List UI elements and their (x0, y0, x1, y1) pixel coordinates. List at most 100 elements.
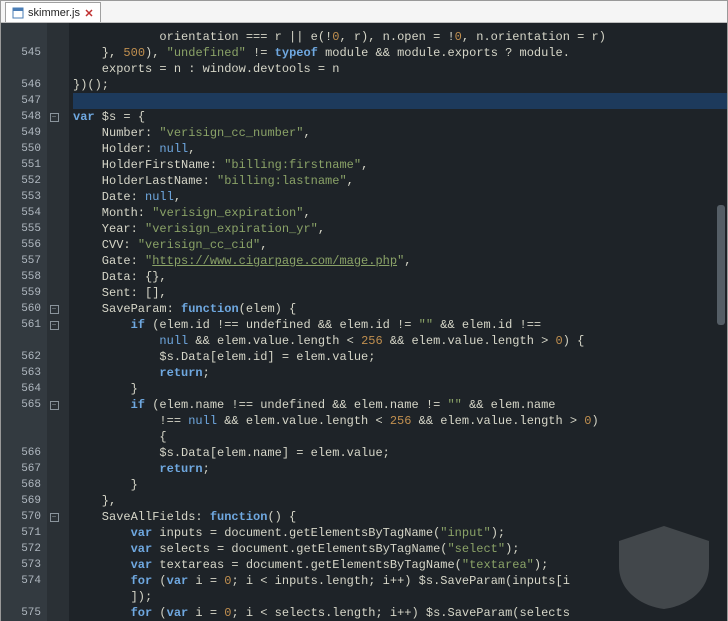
line-number: 546 (1, 77, 41, 93)
code-line[interactable]: Data: {}, (73, 269, 727, 285)
line-number: 568 (1, 477, 41, 493)
line-number: 560 (1, 301, 41, 317)
line-number-gutter: 5455465475485495505515525535545555565575… (1, 23, 47, 621)
fold-collapse-icon[interactable]: − (50, 113, 59, 122)
fold-marker (47, 173, 61, 189)
fold-marker (47, 445, 61, 461)
fold-marker (47, 269, 61, 285)
code-line[interactable]: return; (73, 461, 727, 477)
fold-marker (47, 541, 61, 557)
fold-collapse-icon[interactable]: − (50, 321, 59, 330)
fold-gutter[interactable]: − − − − − (47, 23, 61, 621)
line-number: 565 (1, 397, 41, 413)
fold-marker[interactable]: − (47, 317, 61, 333)
line-number: 566 (1, 445, 41, 461)
code-line[interactable]: var $s = { (73, 109, 727, 125)
close-icon[interactable] (84, 8, 94, 18)
line-number: 563 (1, 365, 41, 381)
code-line[interactable]: { (73, 429, 727, 445)
fold-marker (47, 141, 61, 157)
fold-marker (47, 253, 61, 269)
fold-marker (47, 93, 61, 109)
fold-collapse-icon[interactable]: − (50, 401, 59, 410)
line-number (1, 61, 41, 77)
fold-marker (47, 333, 61, 349)
code-line[interactable]: }, (73, 493, 727, 509)
code-line[interactable]: return; (73, 365, 727, 381)
fold-marker[interactable]: − (47, 109, 61, 125)
line-number: 564 (1, 381, 41, 397)
code-line[interactable]: Gate: "https://www.cigarpage.com/mage.ph… (73, 253, 727, 269)
code-line[interactable]: Number: "verisign_cc_number", (73, 125, 727, 141)
file-icon (12, 7, 24, 19)
line-number (1, 429, 41, 445)
line-number: 573 (1, 557, 41, 573)
code-line[interactable]: Month: "verisign_expiration", (73, 205, 727, 221)
code-line[interactable]: orientation === r || e(!0, r), n.open = … (73, 29, 727, 45)
code-line[interactable]: !== null && elem.value.length < 256 && e… (73, 413, 727, 429)
code-line[interactable]: if (elem.id !== undefined && elem.id != … (73, 317, 727, 333)
fold-marker (47, 45, 61, 61)
fold-marker (47, 221, 61, 237)
line-number: 571 (1, 525, 41, 541)
line-number: 575 (1, 605, 41, 621)
code-line[interactable]: exports = n : window.devtools = n (73, 61, 727, 77)
fold-marker (47, 157, 61, 173)
fold-marker (47, 589, 61, 605)
fold-marker[interactable]: − (47, 509, 61, 525)
fold-marker[interactable]: − (47, 301, 61, 317)
line-number: 572 (1, 541, 41, 557)
line-number: 547 (1, 93, 41, 109)
fold-marker (47, 381, 61, 397)
code-line[interactable]: Year: "verisign_expiration_yr", (73, 221, 727, 237)
line-number: 558 (1, 269, 41, 285)
code-line[interactable]: null && elem.value.length < 256 && elem.… (73, 333, 727, 349)
code-line[interactable]: if (elem.name !== undefined && elem.name… (73, 397, 727, 413)
code-line[interactable]: Date: null, (73, 189, 727, 205)
line-number: 574 (1, 573, 41, 589)
line-number: 569 (1, 493, 41, 509)
line-number: 551 (1, 157, 41, 173)
line-number: 552 (1, 173, 41, 189)
file-tab-skimmer[interactable]: skimmer.js (5, 2, 101, 22)
line-number: 549 (1, 125, 41, 141)
fold-marker (47, 61, 61, 77)
line-number: 556 (1, 237, 41, 253)
line-number (1, 333, 41, 349)
line-number: 550 (1, 141, 41, 157)
line-number: 553 (1, 189, 41, 205)
line-number: 557 (1, 253, 41, 269)
code-line[interactable] (73, 93, 727, 109)
tab-bar: skimmer.js (1, 1, 727, 23)
code-line[interactable]: } (73, 477, 727, 493)
code-line[interactable]: HolderFirstName: "billing:firstname", (73, 157, 727, 173)
code-line[interactable]: HolderLastName: "billing:lastname", (73, 173, 727, 189)
fold-marker (47, 237, 61, 253)
code-line[interactable]: }, 500), "undefined" != typeof module &&… (73, 45, 727, 61)
fold-marker (47, 557, 61, 573)
scroll-thumb[interactable] (717, 205, 725, 325)
code-line[interactable]: })(); (73, 77, 727, 93)
code-line[interactable]: SaveParam: function(elem) { (73, 301, 727, 317)
fold-marker (47, 413, 61, 429)
code-line[interactable]: Sent: [], (73, 285, 727, 301)
fold-collapse-icon[interactable]: − (50, 305, 59, 314)
line-number: 559 (1, 285, 41, 301)
fold-marker (47, 365, 61, 381)
code-line[interactable]: CVV: "verisign_cc_cid", (73, 237, 727, 253)
line-number: 562 (1, 349, 41, 365)
fold-marker[interactable]: − (47, 397, 61, 413)
code-line[interactable]: $s.Data[elem.id] = elem.value; (73, 349, 727, 365)
editor-window: skimmer.js 54554654754854955055155255355… (0, 0, 728, 621)
code-line[interactable]: } (73, 381, 727, 397)
code-line[interactable]: Holder: null, (73, 141, 727, 157)
code-line[interactable]: $s.Data[elem.name] = elem.value; (73, 445, 727, 461)
line-number: 545 (1, 45, 41, 61)
line-number: 570 (1, 509, 41, 525)
code-editor[interactable]: 5455465475485495505515525535545555565575… (1, 23, 727, 621)
fold-collapse-icon[interactable]: − (50, 513, 59, 522)
fold-marker (47, 77, 61, 93)
fold-marker (47, 125, 61, 141)
fold-marker (47, 205, 61, 221)
editor-margin (61, 23, 69, 621)
